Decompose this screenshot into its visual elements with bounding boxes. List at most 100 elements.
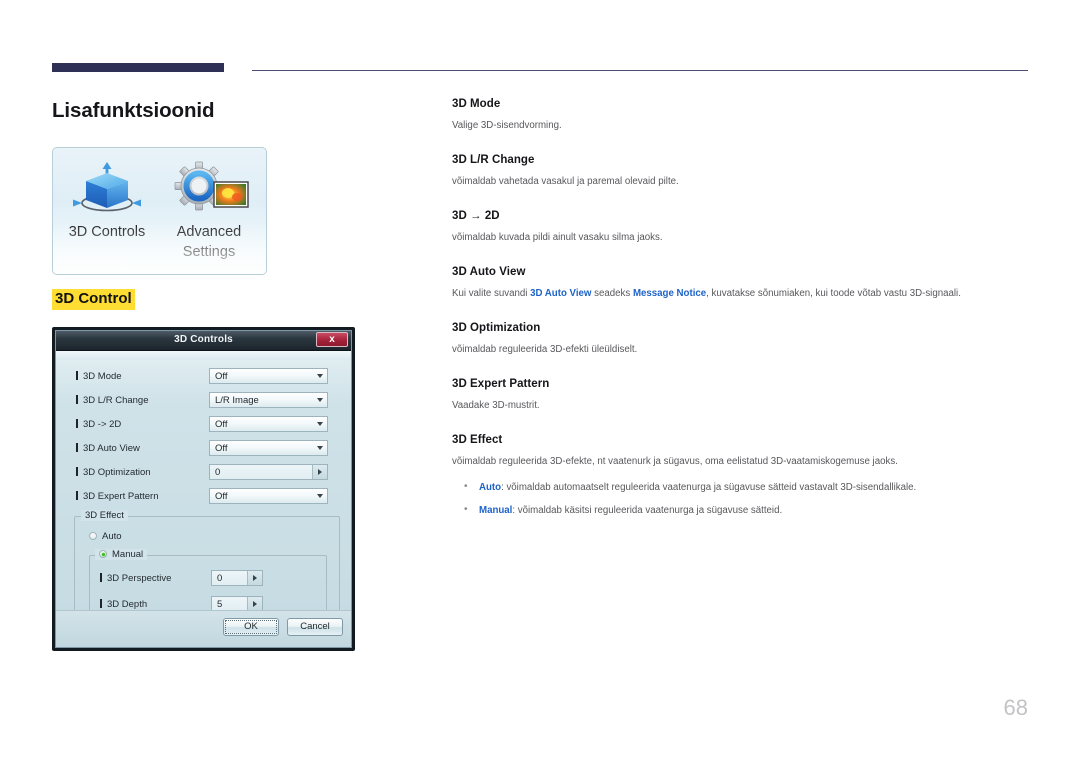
dialog-window: 3D Controls x 3D Mode Off 3D L/R Change … [55,330,352,648]
inline-highlight: 3D Auto View [530,288,592,299]
dropdown-3d-auto-view[interactable]: Off [209,440,328,456]
chevron-down-icon [317,374,323,378]
stepper-3d-optimization[interactable]: 0 [209,464,328,480]
content-paragraph: Valige 3D-sisendvorming. [452,120,562,131]
radio-manual[interactable]: Manual [95,549,148,560]
field-label-text: 3D Expert Pattern [83,491,159,502]
field-label-text: 3D Mode [83,371,122,382]
section-tag: 3D Control [52,289,135,310]
header-accent-bar [52,63,224,72]
field-row-3d-expert-pattern: 3D Expert Pattern Off [76,488,338,508]
content-block-3d-auto-view: 3D Auto View Kui valite suvandi 3D Auto … [452,266,1028,301]
dropdown-3d-mode[interactable]: Off [209,368,328,384]
inline-highlight: Manual [479,505,513,516]
header-thin-rule [252,70,1028,72]
content-paragraph: võimaldab vahetada vasakul ja paremal ol… [452,176,679,187]
chevron-right-icon[interactable] [247,571,262,585]
content-block-3d-to-2d: 3D → 2D võimaldab kuvada pildi ainult va… [452,210,1028,245]
content-paragraph: võimaldab kuvada pildi ainult vasaku sil… [452,232,663,243]
chevron-right-icon[interactable] [312,465,327,479]
header-rule [52,60,1028,74]
menu-tile-label: 3D Controls [68,224,146,240]
field-label-text: 3D Perspective [107,573,172,584]
field-bullet-icon [100,599,102,608]
field-bullet-icon [76,443,78,452]
field-label-text: 3D -> 2D [83,419,122,430]
dropdown-3d-lr-change[interactable]: L/R Image [209,392,328,408]
field-label-text: 3D Auto View [83,443,140,454]
dropdown-3d-expert-pattern[interactable]: Off [209,488,328,504]
effect-group-title: 3D Effect [81,510,128,521]
chevron-down-icon [317,494,323,498]
field-bullet-icon [76,491,78,500]
list-item: Auto: võimaldab automaatselt reguleerida… [452,480,1028,495]
field-label-text: 3D Depth [107,599,148,610]
content-block-3d-expert-pattern: 3D Expert Pattern Vaadake 3D-mustrit. [452,378,1028,413]
field-label: 3D Auto View [76,443,140,454]
dropdown-value: Off [215,371,228,382]
manual-group: Manual 3D Perspective 0 3D Depth 5 [89,549,327,617]
content-paragraph: Kui valite suvandi 3D Auto View seadeks … [452,287,1028,301]
menu-tile-3d-controls[interactable]: 3D Controls [55,156,159,268]
content-heading: 3D Auto View [452,266,526,278]
chevron-down-icon [317,398,323,402]
close-icon[interactable]: x [316,332,348,347]
chevron-down-icon [317,446,323,450]
content-heading: 3D Effect [452,434,503,446]
dropdown-value: Off [215,443,228,454]
section-tag-wrap: 3D Control [52,289,372,310]
dropdown-value: L/R Image [215,395,259,406]
chevron-right-icon[interactable] [247,597,262,611]
stepper-3d-perspective[interactable]: 0 [211,570,263,586]
radio-auto[interactable]: Auto [89,531,122,542]
dialog-screenshot: 3D Controls x 3D Mode Off 3D L/R Change … [52,327,355,651]
content-heading: 3D Expert Pattern [452,378,550,390]
list-item: Manual: võimaldab käsitsi reguleerida va… [452,503,1028,518]
inline-highlight: Auto [479,482,502,493]
menu-tile-advanced-settings[interactable]: Advanced Settings [157,156,261,268]
field-bullet-icon [76,467,78,476]
field-label: 3D Mode [76,371,122,382]
field-label: 3D Depth [100,599,147,610]
radio-auto-label: Auto [102,531,122,542]
menu-icon-panel: 3D Controls Advanced Settings [52,147,267,275]
field-row-3d-perspective: 3D Perspective 0 [100,570,315,590]
field-label: 3D Expert Pattern [76,491,159,502]
field-label: 3D -> 2D [76,419,121,430]
content-block-3d-optimization: 3D Optimization võimaldab reguleerida 3D… [452,322,1028,357]
menu-tile-label: Advanced Settings [176,224,242,260]
effect-bullet-list: Auto: võimaldab automaatselt reguleerida… [452,480,1028,518]
field-bullet-icon [76,371,78,380]
field-bullet-icon [100,573,102,582]
content-block-3d-mode: 3D Mode Valige 3D-sisendvorming. [452,98,1028,133]
dropdown-3d-to-2d[interactable]: Off [209,416,328,432]
field-label-text: 3D Optimization [83,467,151,478]
3d-cube-icon [55,156,159,220]
para-part: , kuvatakse sõnumiaken, kui toode võtab … [706,288,961,299]
inline-highlight: Message Notice [632,288,707,299]
field-row-3d-auto-view: 3D Auto View Off [76,440,338,460]
ok-button[interactable]: OK [223,618,279,636]
left-column: 3D Controls Advanced Settings 3D Control [52,147,372,310]
dialog-body: 3D Mode Off 3D L/R Change L/R Image 3D -… [56,351,351,647]
dialog-sheen [56,351,351,360]
dialog-titlebar: 3D Controls x [56,331,351,351]
dialog-title: 3D Controls [174,334,233,345]
content-heading: 3D Mode [452,98,501,110]
para-part: seadeks [591,288,633,299]
focus-ring [225,620,277,634]
field-row-3d-optimization: 3D Optimization 0 [76,464,338,484]
field-bullet-icon [76,419,78,428]
list-item-text: : võimaldab käsitsi reguleerida vaatenur… [512,505,783,516]
field-label: 3D L/R Change [76,395,148,406]
content-paragraph: võimaldab reguleerida 3D-efekte, nt vaat… [452,456,898,467]
stepper-value: 5 [217,599,223,610]
radio-icon [99,550,107,558]
field-row-3d-to-2d: 3D -> 2D Off [76,416,338,436]
content-paragraph: Vaadake 3D-mustrit. [452,400,540,411]
field-label: 3D Optimization [76,467,151,478]
dropdown-value: Off [215,419,228,430]
field-label-text: 3D L/R Change [83,395,149,406]
cancel-button[interactable]: Cancel [287,618,343,636]
dialog-footer: OK Cancel [56,610,351,647]
